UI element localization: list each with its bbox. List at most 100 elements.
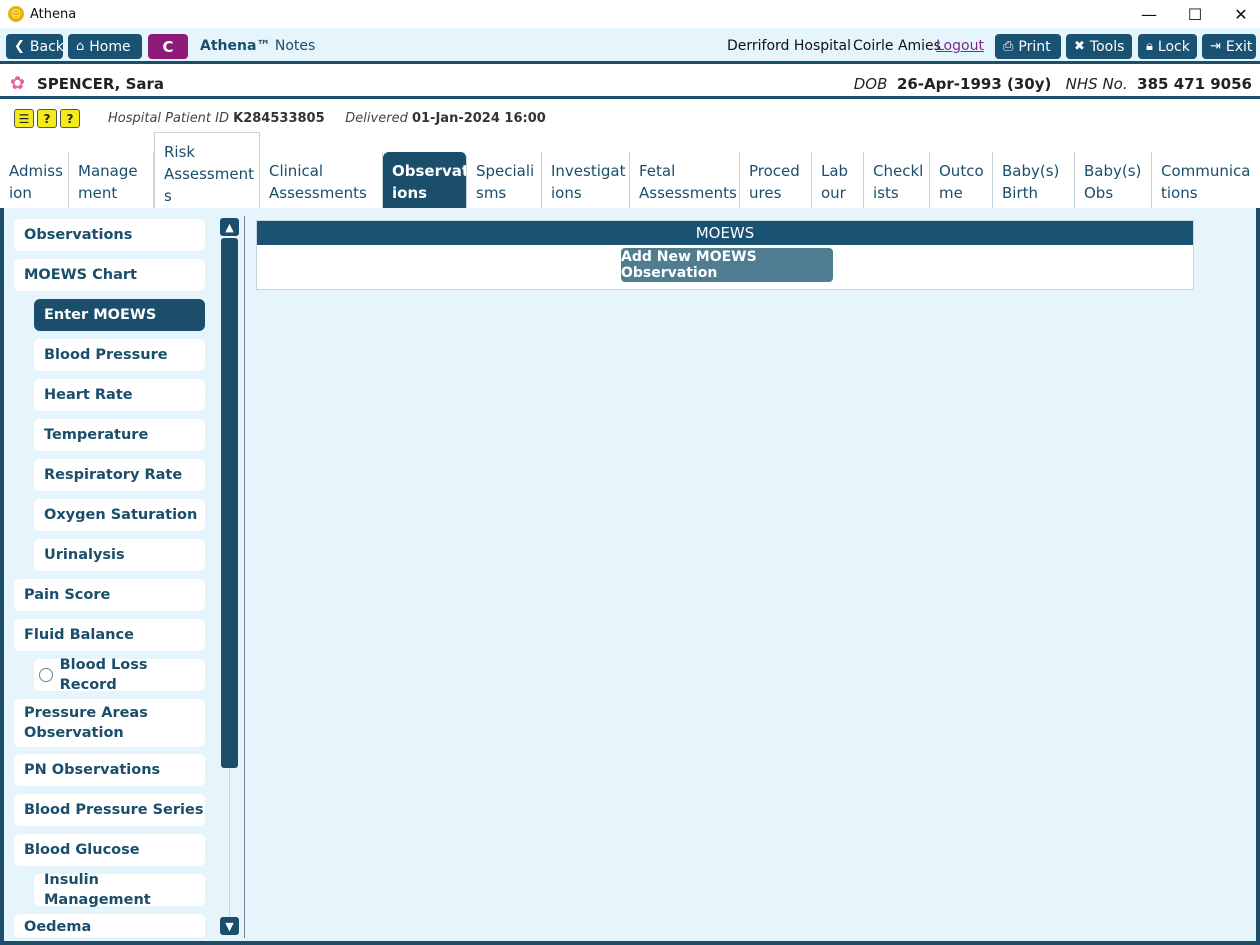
window-titlebar: ☺ Athena — ☐ ✕ [0,0,1260,28]
scroll-up-icon[interactable]: ▲ [220,218,239,236]
alert-list-icon[interactable]: ☰ [14,109,34,128]
c-button[interactable]: C [148,34,188,59]
tab-procedures[interactable]: Proced ures [740,152,812,208]
tab-management[interactable]: Manage ment [69,152,154,208]
scrollbar-thumb[interactable] [221,238,238,768]
delivered-label: Delivered [345,111,408,126]
sidebar-item-enter-moews[interactable]: Enter MOEWS [34,299,205,331]
content-area: Observations MOEWS Chart Enter MOEWS Blo… [0,208,1260,945]
sidebar-scrollbar[interactable]: ▲ ▼ [220,218,239,936]
lock-label: Lock [1157,38,1190,55]
tab-label: ists [873,184,899,202]
sidebar-item-pain-score[interactable]: Pain Score [14,579,205,611]
tab-label: Checkl [873,162,924,180]
tab-label: Baby(s) [1084,162,1142,180]
tab-label: Investigat [551,162,626,180]
tab-label: Birth [1002,184,1039,202]
tab-babys-obs[interactable]: Baby(s) Obs [1075,152,1152,208]
sidebar-item-label: Observation [24,725,124,741]
help-icon[interactable]: ? [37,109,57,128]
sidebar-item-observations[interactable]: Observations [14,219,205,251]
tab-label: ion [9,184,32,202]
back-label: Back [29,38,64,55]
home-button[interactable]: ⌂ Home [68,34,142,59]
window-title: Athena [30,6,77,22]
tab-clinical-assessments[interactable]: Clinical Assessments [260,152,383,208]
help-icon[interactable]: ? [60,109,80,128]
hospital-id-value: K284533805 [233,111,325,126]
sidebar-item-oedema[interactable]: Oedema [14,914,205,937]
maximize-icon[interactable]: ☐ [1172,0,1218,28]
sidebar-item-pressure-areas-observation[interactable]: Pressure Areas Observation [14,699,205,747]
sidebar-item-moews-chart[interactable]: MOEWS Chart [14,259,205,291]
sidebar-item-heart-rate[interactable]: Heart Rate [34,379,205,411]
tools-button[interactable]: ✖ Tools [1066,34,1132,59]
tab-babys-birth[interactable]: Baby(s) Birth [993,152,1075,208]
sidebar-item-respiratory-rate[interactable]: Respiratory Rate [34,459,205,491]
tab-admission[interactable]: Admiss ion [0,152,69,208]
tab-label: tions [1161,184,1198,202]
tab-labour[interactable]: Lab our [812,152,864,208]
dob-label: DOB [853,75,888,93]
chevron-left-icon: ❮ [14,39,25,54]
tab-label: ures [749,184,782,202]
sidebar-item-fluid-balance[interactable]: Fluid Balance [14,619,205,651]
brand-sub: Notes [274,38,316,54]
tab-investigations[interactable]: Investigat ions [542,152,630,208]
brand-name: Athena™ [200,38,271,54]
tab-risk-assessments[interactable]: Risk Assessment s [154,132,260,208]
sidebar-item-temperature[interactable]: Temperature [34,419,205,451]
tab-label: Assessments [639,184,737,202]
sidebar-item-blood-loss-record[interactable]: Blood Loss Record [34,657,205,693]
home-label: Home [89,38,131,55]
moews-panel: MOEWS Add New MOEWS Observation [256,220,1194,290]
patient-name: SPENCER, Sara [37,75,165,93]
sidebar-item-blood-pressure-series[interactable]: Blood Pressure Series [14,794,205,826]
sidebar-item-blood-pressure[interactable]: Blood Pressure [34,339,205,371]
sidebar-item-oxygen-saturation[interactable]: Oxygen Saturation [34,499,205,531]
minimize-icon[interactable]: — [1126,0,1172,28]
brand: Athena™ Notes [200,38,315,54]
user-name: Coirle Amies [853,38,941,54]
back-button[interactable]: ❮ Back [6,34,64,59]
tools-icon: ✖ [1074,39,1085,54]
tab-checklists[interactable]: Checkl ists [864,152,930,208]
nhs-label: NHS No. [1065,75,1128,93]
panel-title: MOEWS [257,221,1193,245]
tab-label: Obs [1084,184,1114,202]
tab-specialisms[interactable]: Speciali sms [467,152,542,208]
exit-label: Exit [1225,38,1253,55]
tab-observations[interactable]: Observat ions [383,152,467,208]
lock-button[interactable]: 🔒︎ Lock [1138,34,1197,59]
tab-fetal-assessments[interactable]: Fetal Assessments [630,152,740,208]
dob-value: 26-Apr-1993 (30y) [896,75,1052,93]
pane-divider[interactable] [244,216,245,938]
patient-id-line: Hospital Patient ID K284533805 Delivered… [108,111,546,126]
patient-banner: ✿ SPENCER, Sara DOB 26-Apr-1993 (30y) NH… [0,67,1260,99]
tab-label: sms [476,184,507,202]
sidebar-item-pn-observations[interactable]: PN Observations [14,754,205,786]
flower-icon: ✿ [10,73,26,94]
print-button[interactable]: ⎙ Print [995,34,1061,59]
tab-outcome[interactable]: Outco me [930,152,993,208]
logout-link[interactable]: Logout [936,38,984,54]
tab-label: Baby(s) [1002,162,1060,180]
sidebar-item-label: Blood Loss Record [59,657,148,693]
lock-icon: 🔒︎ [1146,39,1153,54]
home-icon: ⌂ [76,39,85,54]
print-label: Print [1018,38,1051,55]
tab-label: ions [392,184,428,202]
close-icon[interactable]: ✕ [1218,0,1260,28]
add-moews-observation-button[interactable]: Add New MOEWS Observation [621,248,833,282]
tab-label: Manage [78,162,138,180]
scroll-down-icon[interactable]: ▼ [220,917,239,935]
tab-label: Admiss [9,162,63,180]
exit-button[interactable]: ⇥ Exit [1202,34,1256,59]
sidebar-item-insulin-management[interactable]: Insulin Management [34,872,205,908]
sidebar-item-blood-glucose[interactable]: Blood Glucose [14,834,205,866]
tab-label: Clinical [269,162,324,180]
tab-communications[interactable]: Communica tions [1152,152,1260,208]
tab-label: Observat [392,162,467,180]
sidebar-item-urinalysis[interactable]: Urinalysis [34,539,205,571]
tab-label: Outco [939,162,984,180]
